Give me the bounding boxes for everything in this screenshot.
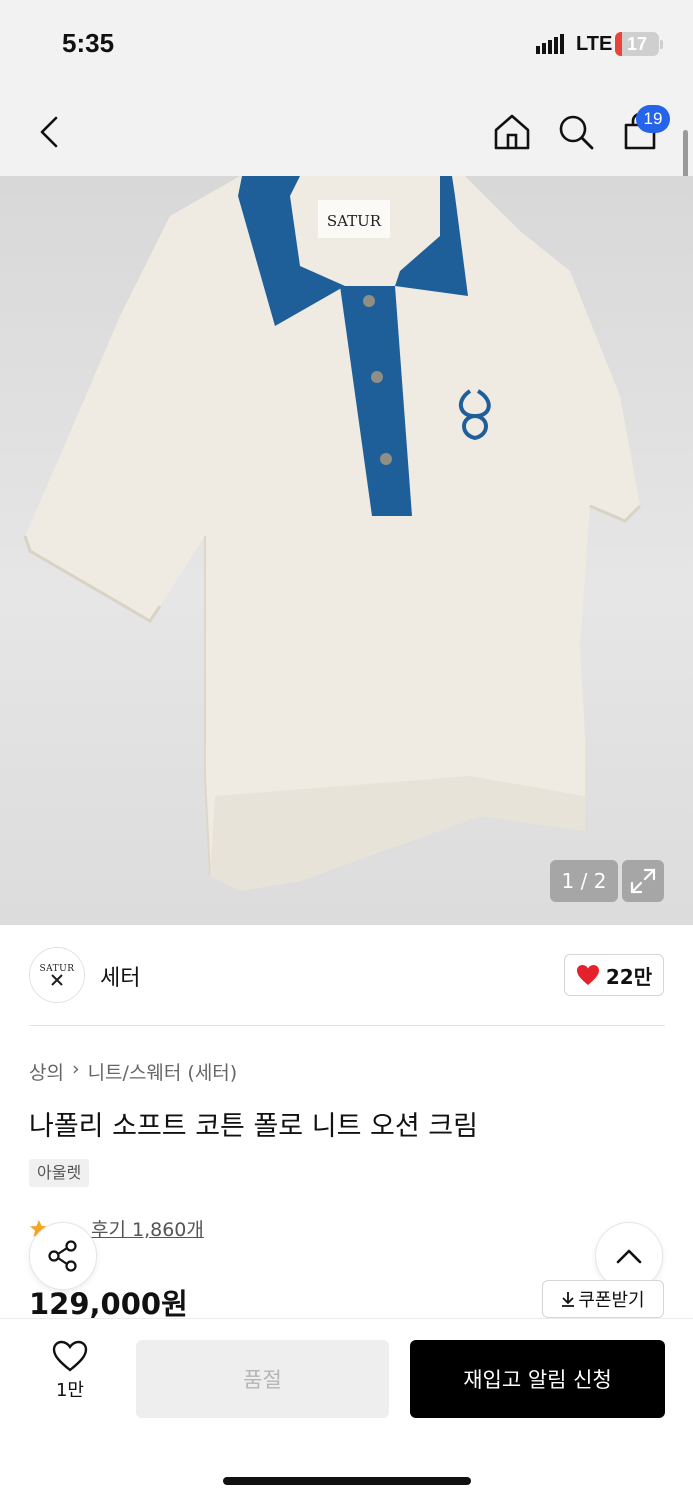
brand-name[interactable]: 세터 (100, 960, 140, 992)
expand-image-button[interactable] (622, 860, 664, 902)
brand-logo[interactable]: SATUR (29, 947, 85, 1003)
brand-like-count: 22만 (605, 964, 653, 989)
brand-like-button[interactable]: 22만 (564, 954, 664, 996)
coupon-button[interactable]: 쿠폰받기 (542, 1280, 664, 1318)
back-button[interactable] (26, 108, 74, 156)
chevron-left-icon (40, 116, 58, 148)
wish-count: 1만 (55, 1380, 84, 1401)
status-time: 5:35 (62, 28, 115, 58)
coupon-label: 쿠폰받기 (578, 1290, 645, 1311)
product-photo: SATUR (23, 176, 642, 891)
heart-filled-icon (576, 965, 599, 985)
network-label: LTE (576, 33, 613, 55)
share-button[interactable] (29, 1222, 97, 1290)
product-price: 129,000원 (29, 1287, 188, 1321)
brand-emblem-icon (51, 974, 63, 986)
expand-icon (630, 868, 656, 894)
product-image-gallery[interactable]: SATUR (0, 176, 693, 925)
battery-icon: 17 (615, 32, 659, 56)
breadcrumb-separator: › (71, 1058, 80, 1080)
sold-out-button[interactable]: 품절 (136, 1340, 389, 1418)
home-icon (494, 114, 530, 150)
image-counter: 1 / 2 (550, 860, 618, 902)
search-icon (559, 115, 594, 150)
breadcrumb: 상의 › 니트/스웨터 (세터) (29, 1058, 237, 1085)
wishlist-button[interactable]: 1만 (38, 1340, 102, 1412)
breadcrumb-item[interactable]: 니트/스웨터 (세터) (88, 1058, 238, 1085)
chevron-up-icon (616, 1249, 642, 1264)
label-text: SATUR (327, 212, 382, 230)
download-icon (562, 1292, 575, 1307)
signal-icon (536, 34, 564, 54)
restock-alert-button[interactable]: 재입고 알림 신청 (410, 1340, 665, 1418)
product-title: 나폴리 소프트 코튼 폴로 니트 오션 크림 (29, 1111, 478, 1142)
home-indicator (223, 1477, 471, 1485)
battery-level: 17 (626, 34, 648, 54)
search-button[interactable] (552, 108, 600, 156)
status-bar: 5:35 LTE 17 (0, 0, 693, 88)
battery-tip (660, 40, 663, 49)
top-nav (0, 88, 693, 176)
heart-icon (52, 1340, 88, 1372)
home-button[interactable] (488, 108, 536, 156)
brand-logo-text: SATUR (39, 964, 75, 974)
breadcrumb-item[interactable]: 상의 (29, 1058, 64, 1085)
share-icon (48, 1240, 77, 1272)
cart-count-badge: 19 (636, 105, 670, 133)
review-link[interactable]: 후기 1,860개 (91, 1215, 204, 1242)
divider (29, 1025, 665, 1026)
outlet-tag: 아울렛 (29, 1159, 90, 1187)
